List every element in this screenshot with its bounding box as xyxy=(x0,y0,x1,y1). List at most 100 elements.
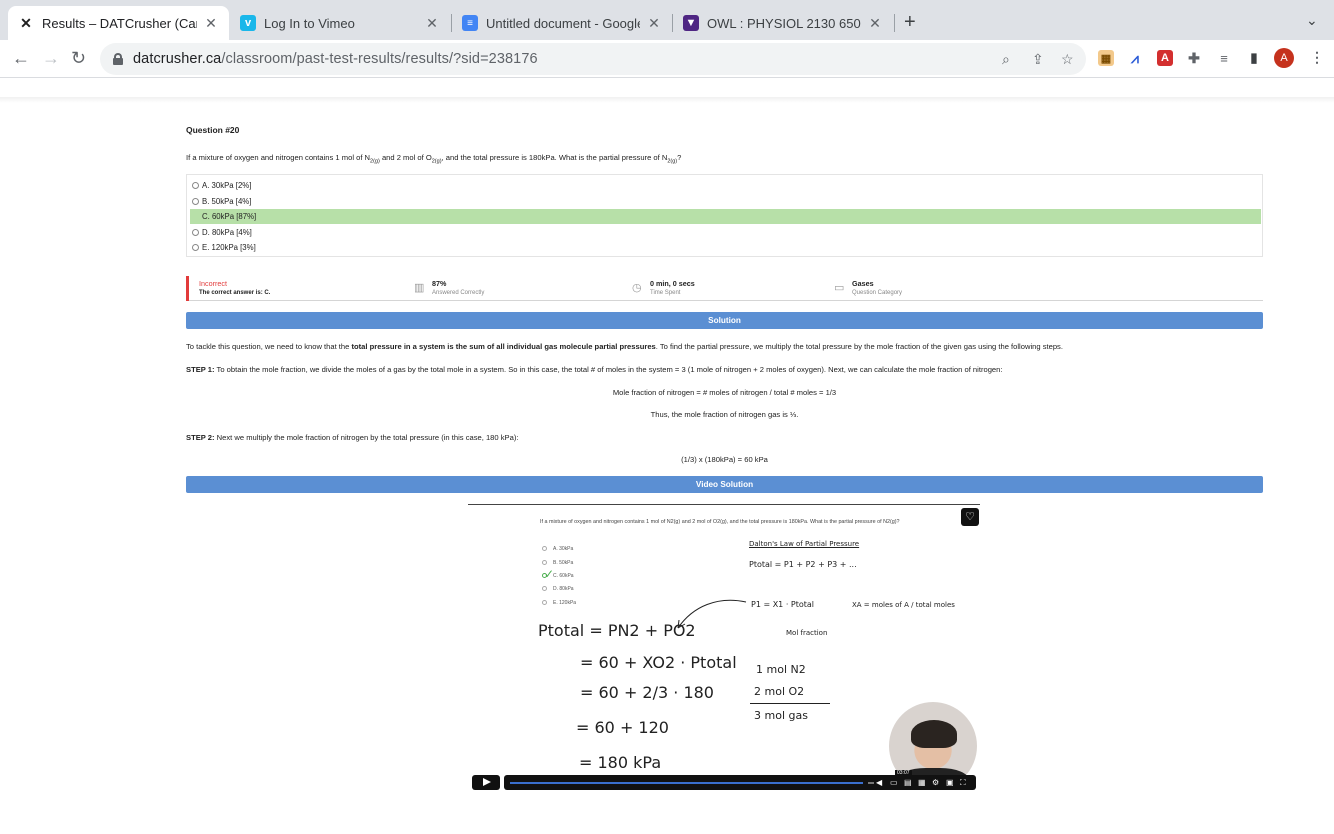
hw-line-1: Ptotal = PN2 + PO2 xyxy=(538,621,696,640)
datcrusher-x-icon: ✕ xyxy=(20,14,32,31)
radio-button[interactable] xyxy=(192,244,199,251)
video-choice: E. 120kPa xyxy=(542,600,576,606)
volume-icon[interactable]: ◀ xyxy=(876,778,882,787)
choice-label: D. 80kPa [4%] xyxy=(202,228,252,237)
menu-kebab-icon[interactable]: ⋮ xyxy=(1310,49,1324,66)
url-text[interactable]: datcrusher.ca/classroom/past-test-result… xyxy=(133,51,538,67)
step-label: STEP 2: xyxy=(186,433,215,442)
tab-vimeo[interactable]: v Log In to Vimeo ✕ xyxy=(230,6,450,40)
hw-mol-fraction: Mol fraction xyxy=(786,629,828,637)
choice-e[interactable]: E. 120kPa [3%] xyxy=(190,240,1261,255)
q-text-part: and 2 mol of O xyxy=(379,153,432,162)
media-queue-icon[interactable]: ≡ xyxy=(1216,50,1232,66)
formula-thus: Thus, the mole fraction of nitrogen gas … xyxy=(650,410,799,419)
tab-owl[interactable]: ▼ OWL : PHYSIOL 2130 650 SU2 ✕ xyxy=(673,6,893,40)
lock-icon[interactable] xyxy=(113,53,123,65)
tab-strip: ✕ Results – DATCrusher (Canada ✕ v Log I… xyxy=(0,0,1334,40)
choice-c-correct[interactable]: C. 60kPa [87%] xyxy=(190,209,1261,224)
hw-line-2: = 60 + XO2 · Ptotal xyxy=(580,653,737,672)
clock-icon: ◷ xyxy=(632,282,642,294)
tab-title: Results – DATCrusher (Canada xyxy=(42,15,197,31)
captions-icon[interactable]: ▤ xyxy=(904,778,912,787)
percent-label: Answered Correctly xyxy=(432,290,485,296)
progress-played[interactable] xyxy=(510,782,863,784)
tab-separator xyxy=(894,14,895,32)
hw-mol-gas: 3 mol gas xyxy=(754,709,808,722)
video-choice-label: E. 120kPa xyxy=(553,600,577,606)
choice-d[interactable]: D. 80kPa [4%] xyxy=(190,225,1261,240)
pip-icon[interactable]: ▣ xyxy=(946,778,954,787)
choice-label: B. 50kPa [4%] xyxy=(202,197,252,206)
new-tab-icon[interactable]: + xyxy=(904,11,916,34)
radio-button[interactable] xyxy=(192,198,199,205)
tab-title: Untitled document - Google Do xyxy=(486,15,640,31)
solution-step2: STEP 2: Next we multiply the mole fracti… xyxy=(186,433,518,442)
result-status: Incorrect xyxy=(199,279,227,288)
time-value: 0 min, 0 secs xyxy=(650,279,695,288)
video-choice-label: D. 80kPa xyxy=(553,586,574,592)
tab-google-docs[interactable]: ≡ Untitled document - Google Do ✕ xyxy=(452,6,672,40)
forward-arrow-icon[interactable]: → xyxy=(42,48,60,69)
choice-b[interactable]: B. 50kPa [4%] xyxy=(190,194,1261,209)
solution-header: Solution xyxy=(186,312,1263,329)
side-panel-icon[interactable]: ▮ xyxy=(1246,50,1262,66)
hw-eq-partial: P1 = X1 · Ptotal xyxy=(751,600,815,609)
acrobat-extension-icon[interactable]: A xyxy=(1157,50,1173,66)
transcript-icon[interactable]: ▦ xyxy=(918,778,926,787)
share-icon[interactable]: ⇪ xyxy=(1032,51,1044,68)
header-shadow xyxy=(0,97,1334,103)
intro-text: . To find the partial pressure, we multi… xyxy=(655,342,1063,351)
close-icon[interactable]: ✕ xyxy=(646,15,662,32)
video-player[interactable]: If a mixture of oxygen and nitrogen cont… xyxy=(468,504,980,792)
tab-results[interactable]: ✕ Results – DATCrusher (Canada ✕ xyxy=(8,6,229,40)
percent-stat: ▥ 87% Answered Correctly xyxy=(414,279,485,296)
play-button[interactable] xyxy=(472,775,500,790)
like-heart-icon[interactable]: ♡ xyxy=(961,508,979,526)
close-icon[interactable]: ✕ xyxy=(203,15,219,32)
q-subscript: 2(g) xyxy=(431,158,442,165)
url-path: /classroom/past-test-results/results/?si… xyxy=(221,51,538,67)
choice-label: E. 120kPa [3%] xyxy=(202,243,256,252)
bookmark-star-icon[interactable]: ☆ xyxy=(1061,51,1074,68)
close-icon[interactable]: ✕ xyxy=(867,15,883,32)
calculator-extension-icon[interactable]: ▦ xyxy=(1098,50,1114,66)
video-choice: B. 50kPa xyxy=(542,560,573,566)
time-stat: ◷ 0 min, 0 secs Time Spent xyxy=(632,279,695,296)
result-stats: Incorrect The correct answer is: C. ▥ 87… xyxy=(186,276,1263,301)
settings-gear-icon[interactable]: ⚙ xyxy=(932,778,939,787)
checkmark-icon: ✓ xyxy=(544,567,555,581)
hw-line-3: = 60 + 2/3 · 180 xyxy=(580,683,714,702)
hw-eq-xa: XA = moles of A / total moles xyxy=(852,601,955,609)
radio-button[interactable] xyxy=(192,229,199,236)
radio-button[interactable] xyxy=(192,182,199,189)
tab-title: Log In to Vimeo xyxy=(264,15,355,31)
fullscreen-icon[interactable]: ⛶ xyxy=(960,778,966,788)
result-stat: Incorrect The correct answer is: C. xyxy=(199,279,270,296)
video-choice: D. 80kPa xyxy=(542,586,574,592)
intro-bold: total pressure in a system is the sum of… xyxy=(351,342,656,351)
time-label: Time Spent xyxy=(650,290,681,296)
reload-icon[interactable]: ↻ xyxy=(71,48,86,69)
hw-divider xyxy=(750,703,830,704)
back-arrow-icon[interactable]: ← xyxy=(12,48,30,69)
tab-search-chevron-icon[interactable]: ⌄ xyxy=(1306,12,1318,29)
zoom-icon[interactable]: ⌕ xyxy=(1002,51,1010,68)
chromecast-icon[interactable]: ▭ xyxy=(890,778,898,787)
step-text: To obtain the mole fraction, we divide t… xyxy=(214,365,1003,374)
close-icon[interactable]: ✕ xyxy=(424,15,440,32)
wave-extension-icon[interactable]: ⩘ xyxy=(1127,50,1143,66)
profile-avatar[interactable]: A xyxy=(1274,48,1294,68)
hw-line-4: = 60 + 120 xyxy=(576,718,669,737)
choice-label: C. 60kPa [87%] xyxy=(202,212,257,221)
video-choice-label: B. 50kPa xyxy=(553,560,574,566)
extensions-puzzle-icon[interactable]: ✚ xyxy=(1186,50,1202,66)
video-solution-header: Video Solution xyxy=(186,476,1263,493)
choice-a[interactable]: A. 30kPa [2%] xyxy=(190,178,1261,193)
progress-remaining[interactable] xyxy=(868,782,874,784)
q-text-part: If a mixture of oxygen and nitrogen cont… xyxy=(186,153,371,162)
choice-label: A. 30kPa [2%] xyxy=(202,181,252,190)
incorrect-indicator xyxy=(186,276,189,301)
google-docs-icon: ≡ xyxy=(462,15,478,31)
category-label: Question Category xyxy=(852,290,903,296)
address-bar[interactable]: datcrusher.ca/classroom/past-test-result… xyxy=(100,43,1086,75)
